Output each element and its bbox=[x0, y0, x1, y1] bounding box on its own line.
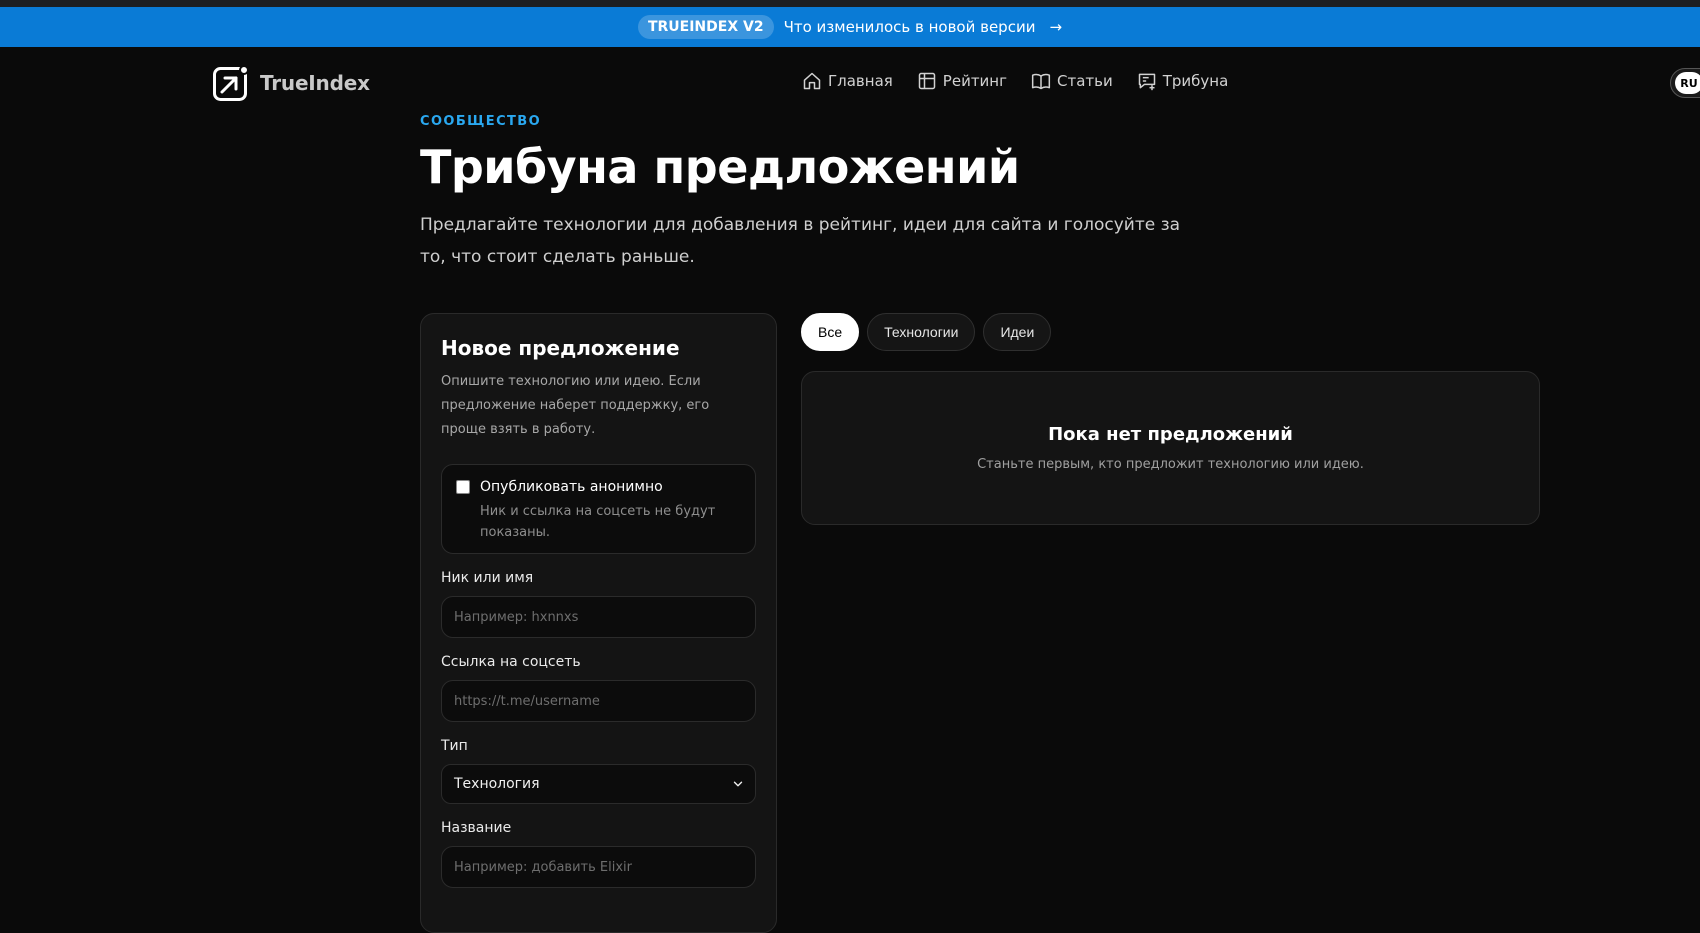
top-strip bbox=[0, 0, 1700, 7]
nav-label: Статьи bbox=[1057, 72, 1113, 90]
logo-text: TrueIndex bbox=[260, 71, 370, 95]
announcement-banner[interactable]: TRUEINDEX V2 Что изменилось в новой верс… bbox=[0, 7, 1700, 47]
nav-item-rating[interactable]: Рейтинг bbox=[917, 71, 1007, 91]
nick-input[interactable] bbox=[441, 596, 756, 638]
filter-tabs: Все Технологии Идеи bbox=[801, 313, 1052, 351]
proposal-name-input[interactable] bbox=[441, 846, 756, 888]
banner-text[interactable]: Что изменилось в новой версии bbox=[784, 18, 1036, 36]
nav-label: Трибуна bbox=[1162, 72, 1229, 90]
nav-item-tribune[interactable]: Трибуна bbox=[1137, 71, 1229, 91]
empty-state: Пока нет предложений Станьте первым, кто… bbox=[801, 371, 1540, 525]
home-icon bbox=[803, 72, 821, 90]
social-label: Ссылка на соцсеть bbox=[441, 654, 581, 670]
filter-technologies[interactable]: Технологии bbox=[867, 313, 976, 351]
empty-subtitle: Станьте первым, кто предложит технологию… bbox=[977, 457, 1364, 472]
anonymous-label: Опубликовать анонимно bbox=[480, 479, 663, 495]
message-plus-icon bbox=[1138, 73, 1155, 91]
logo[interactable]: TrueIndex bbox=[212, 64, 370, 102]
filter-ideas[interactable]: Идеи bbox=[983, 313, 1052, 351]
anonymous-checkbox[interactable] bbox=[456, 480, 470, 494]
table-icon bbox=[918, 72, 936, 90]
nav-label: Рейтинг bbox=[942, 72, 1007, 90]
nav-item-home[interactable]: Главная bbox=[802, 71, 893, 91]
new-proposal-form: Новое предложение Опишите технологию или… bbox=[420, 313, 777, 933]
version-badge: TRUEINDEX V2 bbox=[637, 15, 774, 39]
form-title: Новое предложение bbox=[441, 336, 680, 360]
empty-title: Пока нет предложений bbox=[1048, 424, 1293, 445]
main-nav: Главная Рейтинг Статьи Трибуна bbox=[802, 71, 1228, 91]
language-switcher[interactable]: RU bbox=[1670, 68, 1700, 98]
chevron-down-icon bbox=[733, 781, 743, 787]
nav-item-articles[interactable]: Статьи bbox=[1031, 71, 1113, 91]
logo-icon bbox=[213, 65, 249, 101]
type-label: Тип bbox=[441, 738, 468, 754]
arrow-right-icon: → bbox=[1049, 18, 1063, 36]
language-current: RU bbox=[1675, 72, 1700, 94]
form-description: Опишите технологию или идею. Если предло… bbox=[441, 374, 710, 437]
type-select-value: Технология bbox=[454, 776, 540, 792]
nick-label: Ник или имя bbox=[441, 570, 534, 586]
anonymous-hint: Ник и ссылка на соцсеть не будут показан… bbox=[480, 504, 716, 540]
filter-all[interactable]: Все bbox=[801, 313, 860, 351]
page-title: Трибуна предложений bbox=[420, 140, 1020, 194]
type-select[interactable]: Технология bbox=[441, 764, 756, 804]
page-description: Предлагайте технологии для добавления в … bbox=[420, 215, 1181, 267]
social-link-input[interactable] bbox=[441, 680, 756, 722]
section-eyebrow: СООБЩЕСТВО bbox=[420, 114, 542, 129]
anonymous-option[interactable]: Опубликовать анонимно Ник и ссылка на со… bbox=[441, 464, 756, 554]
nav-label: Главная bbox=[828, 72, 893, 90]
book-icon bbox=[1031, 73, 1051, 90]
name-label: Название bbox=[441, 820, 512, 836]
